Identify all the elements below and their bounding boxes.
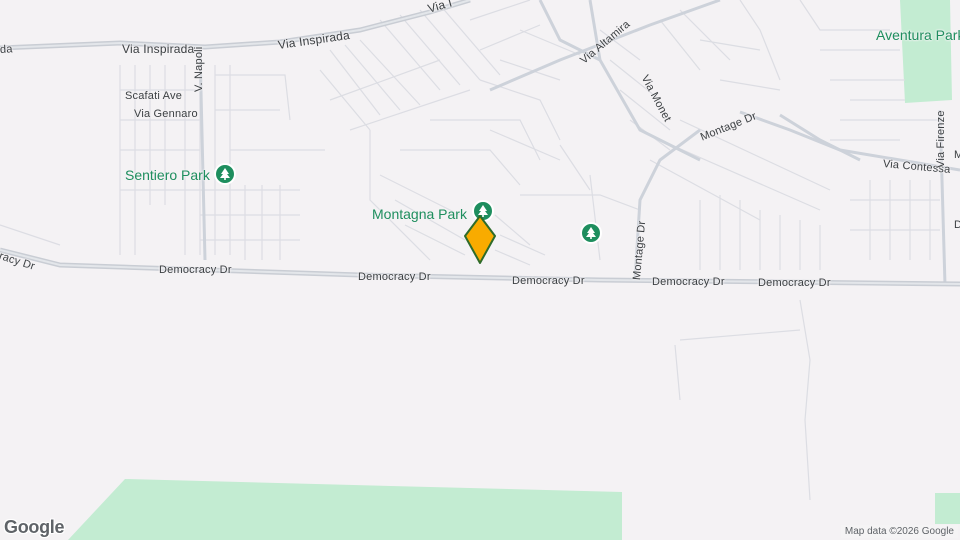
road-label-edge-m: M (954, 149, 960, 161)
road-label-via-inspirada: Via Inspirada (122, 42, 195, 56)
park-label-sentiero: Sentiero Park (125, 167, 210, 183)
road-label-edge-d: D (954, 219, 960, 231)
map-base-layer (0, 0, 960, 540)
road-label-scafati-ave: Scafati Ave (125, 90, 183, 102)
tree-icon (586, 227, 596, 239)
via-inspirada-road (0, 0, 471, 51)
road-label-via-gennaro: Via Gennaro (134, 108, 198, 120)
road-label-democracy-dr: Democracy Dr (758, 277, 831, 289)
road-label-democracy-dr: Democracy Dr (512, 275, 585, 287)
location-marker-icon[interactable] (462, 214, 498, 266)
green-area-southeast (935, 493, 960, 524)
road-label-via-inspirada-edge: da (0, 43, 13, 56)
green-area-south (68, 479, 622, 540)
map-attribution[interactable]: Map data ©2026 Google (840, 525, 958, 538)
road-label-democracy-dr: Democracy Dr (652, 276, 725, 288)
park-tree-icon[interactable] (580, 222, 602, 244)
park-tree-icon[interactable] (214, 163, 236, 185)
road-label-via-napoli: V. Napoli (193, 46, 205, 92)
park-label-montagna: Montagna Park (372, 206, 467, 222)
tree-icon (220, 168, 230, 180)
park-label-aventura: Aventura Park (876, 27, 960, 43)
road-label-via-firenze: Via Firenze (935, 110, 947, 168)
green-area-aventura (900, 0, 952, 103)
road-label-democracy-dr: Democracy Dr (358, 271, 431, 283)
map-canvas[interactable]: da Via Inspirada Via Inspirada Via I V. … (0, 0, 960, 540)
road-label-democracy-dr: Democracy Dr (159, 264, 232, 276)
google-logo[interactable]: Google (4, 517, 65, 538)
